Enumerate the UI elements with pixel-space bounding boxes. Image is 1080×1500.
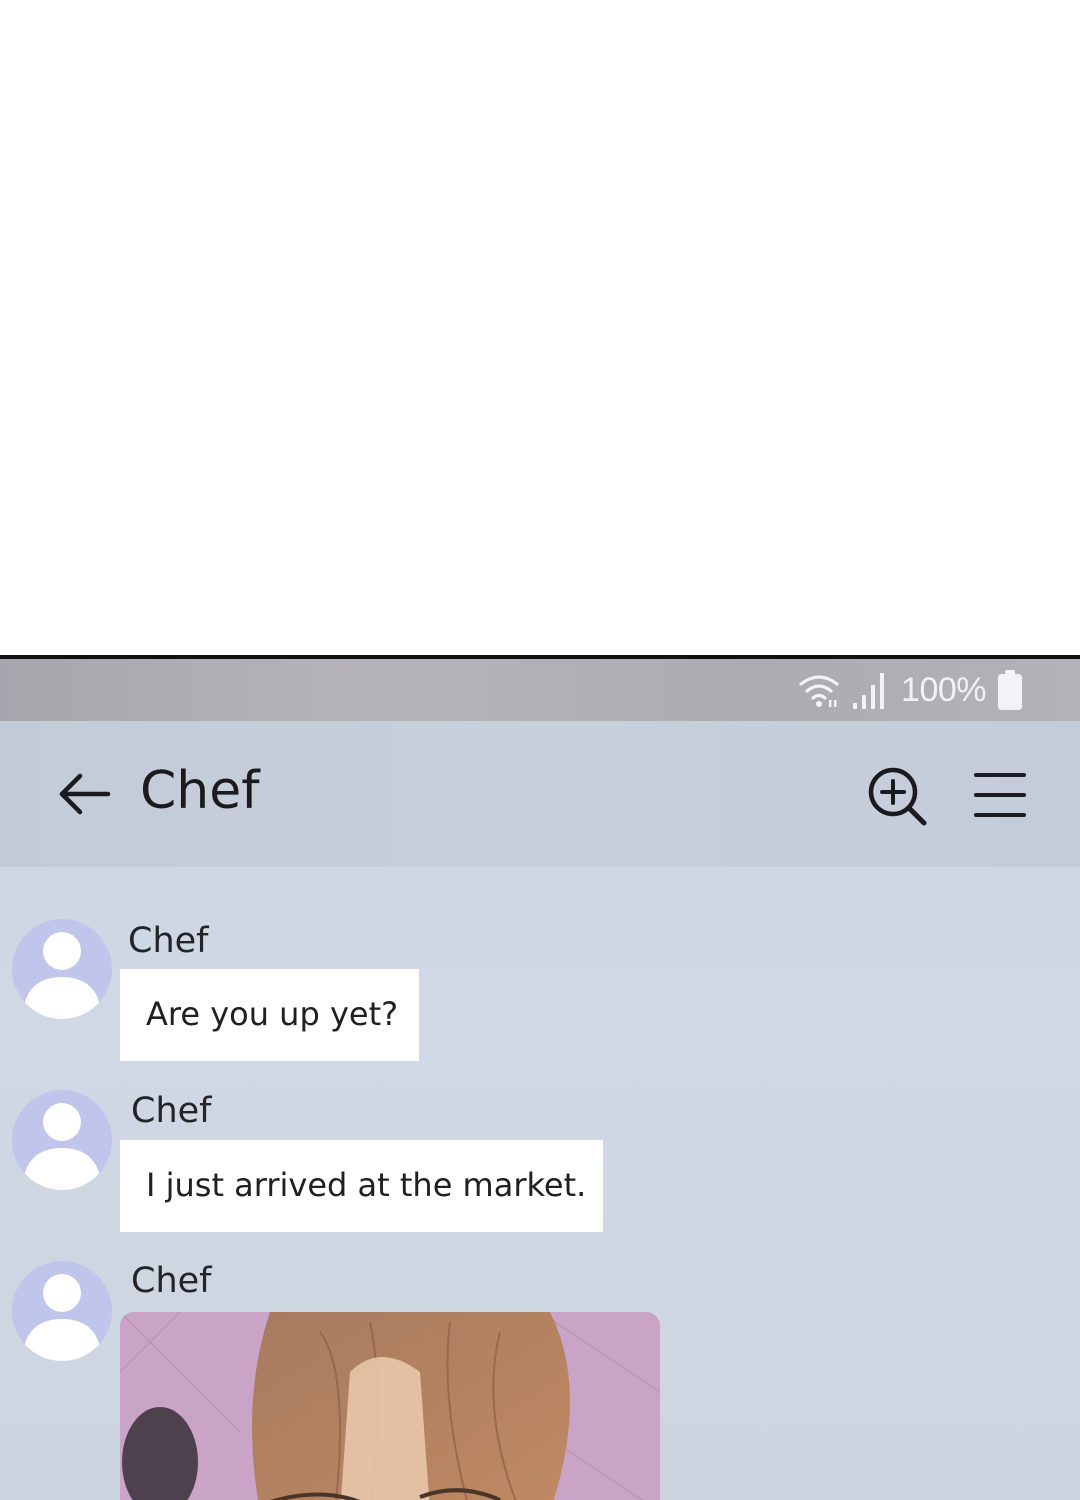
blank-panel-area	[0, 0, 1080, 655]
message-bubble[interactable]: Are you up yet?	[120, 969, 419, 1061]
phone-screen: 100% Chef Chef Are you up yet? Chef I ju…	[0, 659, 1080, 1500]
user-avatar-icon	[22, 932, 102, 1019]
wifi-icon	[797, 670, 841, 710]
photo-attachment[interactable]	[120, 1312, 660, 1500]
battery-percent: 100%	[901, 670, 986, 709]
arrow-left-icon	[59, 773, 111, 815]
chat-title: Chef	[140, 761, 260, 821]
sender-name: Chef	[131, 1261, 212, 1301]
back-button[interactable]	[52, 767, 116, 821]
avatar[interactable]	[12, 919, 112, 1019]
sender-name: Chef	[128, 921, 209, 961]
chat-header: Chef	[0, 721, 1080, 867]
signal-bars-icon	[851, 669, 891, 711]
battery-full-icon	[996, 669, 1024, 711]
photo-image	[120, 1312, 660, 1500]
sender-name: Chef	[131, 1091, 212, 1131]
message-list: Chef Are you up yet? Chef I just arrived…	[0, 867, 1080, 1500]
avatar[interactable]	[12, 1261, 112, 1361]
zoom-in-icon	[868, 767, 927, 826]
message-bubble[interactable]: I just arrived at the market.	[120, 1140, 603, 1232]
hamburger-menu-icon	[974, 773, 1026, 817]
avatar[interactable]	[12, 1090, 112, 1190]
menu-button[interactable]	[970, 769, 1030, 821]
status-bar: 100%	[0, 659, 1080, 721]
user-avatar-icon	[22, 1274, 102, 1361]
user-avatar-icon	[22, 1103, 102, 1190]
status-indicators: 100%	[797, 667, 1024, 713]
zoom-in-button[interactable]	[866, 765, 928, 827]
